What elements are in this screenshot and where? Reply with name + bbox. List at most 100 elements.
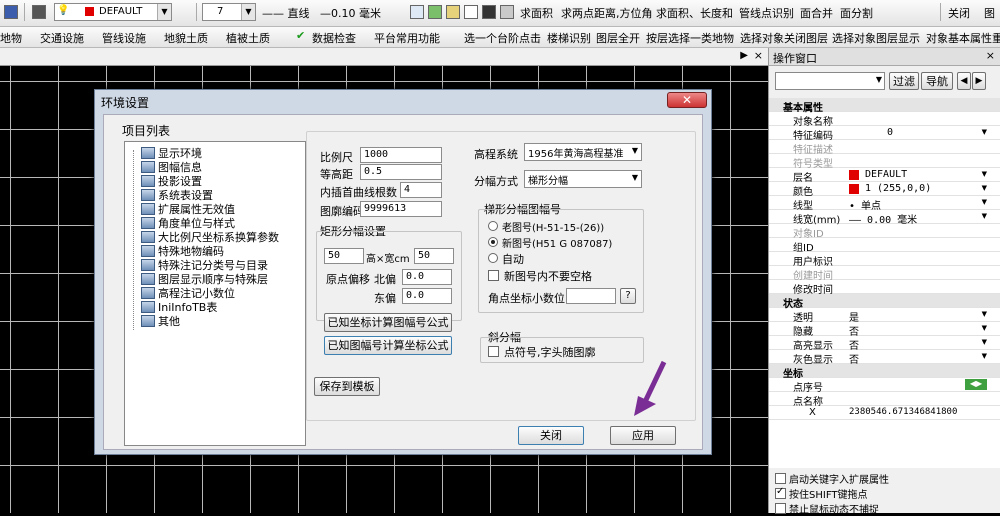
rect-height-input[interactable]: 50 [324,248,364,264]
prop-row[interactable]: 高亮显示否 ▼ [769,336,1000,352]
calc-icon[interactable] [500,5,514,19]
prop-row[interactable]: 对象名称 [769,112,1000,128]
prop-row[interactable]: 特征描述 [769,140,1000,156]
dialog-close-text-button[interactable]: 关闭 [518,426,584,445]
chevron-down-icon: ▼ [241,4,255,20]
oblique-checkbox[interactable] [488,346,499,357]
nav-button[interactable]: 导航 [921,72,953,90]
sheet-code-input[interactable]: 9999613 [360,201,442,217]
section-status[interactable]: 状态 [769,294,1000,310]
toolbar-top: 💡 DEFAULT ▼ 7 ▼ —— 直线 —0.10 毫米 求面积 求两点距离… [0,0,1000,27]
option-checkbox[interactable] [775,503,786,514]
scale-input[interactable]: 1000 [360,147,442,163]
show-object-layer-button[interactable]: 选择对象图层显示 [832,30,920,46]
radio-old[interactable] [488,221,498,231]
lineweight-select[interactable]: —0.10 毫米 [320,3,406,21]
prop-row[interactable]: 点名称 [769,392,1000,408]
section-coords[interactable]: 坐标 [769,364,1000,380]
option-checkbox[interactable]: ✓ [775,486,786,499]
contour-input[interactable]: 0.5 [360,164,442,180]
prop-row[interactable]: 修改时间 [769,280,1000,296]
prop-row[interactable]: 符号类型 [769,154,1000,170]
edit-icon[interactable] [446,5,460,19]
radio-auto[interactable] [488,253,498,263]
help-button[interactable]: ? [620,288,636,304]
chevron-down-icon: ▼ [981,198,987,206]
dialog-close-button[interactable]: ✕ [667,92,707,108]
merge-face-button[interactable]: 面合并 [800,5,833,21]
no-space-checkbox[interactable] [488,270,499,281]
tree-item[interactable]: 其他 [141,313,180,329]
prev-icon[interactable]: ◀ [957,72,971,90]
platform-functions-menu[interactable]: 平台常用功能 [374,30,440,46]
prop-row[interactable]: 颜色 1 (255,0,0) ▼ [769,182,1000,198]
close-object-layer-button[interactable]: 选择对象关闭图层 [740,30,828,46]
open-all-layers-button[interactable]: 图层全开 [596,30,640,46]
save-template-button[interactable]: 保存到模板 [314,377,380,396]
next-icon[interactable]: ▶ [972,72,986,90]
prop-row[interactable]: 隐藏否 ▼ [769,322,1000,338]
split-face-button[interactable]: 面分割 [840,5,873,21]
division-select[interactable]: 梯形分幅 ▼ [524,170,642,188]
prop-row[interactable]: 点序号 ◀▶ [769,378,1000,394]
apply-button[interactable]: 应用 [610,426,676,445]
prop-row[interactable]: 创建时间 [769,266,1000,282]
east-input[interactable]: 0.0 [402,288,452,304]
refresh-icon[interactable] [428,5,442,19]
menu-terrain[interactable]: 地貌土质 [164,30,208,46]
calc-sheet-number-button[interactable]: 已知坐标计算图幅号公式 [324,313,452,332]
linetype-select[interactable]: —— 直线 [262,3,314,21]
step-point-button[interactable]: 选一个台阶点击 [464,30,541,46]
prop-row[interactable]: 灰色显示否 ▼ [769,350,1000,366]
prop-row[interactable]: 线型 • 单点 ▼ [769,196,1000,212]
prop-row[interactable]: 对象ID [769,224,1000,240]
arrows-icon[interactable]: ◀▶ [965,379,987,390]
close-button[interactable]: 关闭 [948,5,970,21]
distance-button[interactable]: 求两点距离,方位角 [561,5,653,21]
layer-stack-icon[interactable] [32,5,46,19]
prop-row[interactable]: 特征编码 0 ▼ [769,126,1000,142]
layers-icon[interactable] [4,5,18,19]
close-icon[interactable]: × [754,49,763,62]
area-length-button[interactable]: 求面积、长度和 [656,5,733,21]
object-props-button[interactable]: 对象基本属性重 [926,30,1000,46]
list-title: 项目列表 [122,124,171,138]
prop-row[interactable]: 线宽(mm) —— 0.00 毫米 ▼ [769,210,1000,226]
inner-input[interactable]: 4 [400,182,442,198]
rect-width-input[interactable]: 50 [414,248,454,264]
corner-decimal-input[interactable] [566,288,616,304]
chevron-down-icon: ▼ [875,75,882,84]
monitor-icon[interactable] [482,5,496,19]
filter-button[interactable]: 过滤 [889,72,919,90]
calc-coordinates-button[interactable]: 已知图幅号计算坐标公式 [324,336,452,355]
prop-row[interactable]: 用户标识 [769,252,1000,268]
select-by-layer-button[interactable]: 按层选择一类地物 [646,30,734,46]
lineweight-num-select[interactable]: 7 ▼ [202,3,256,21]
prop-row[interactable]: 层名 DEFAULT ▼ [769,168,1000,184]
play-icon[interactable]: ▶ [740,50,748,61]
option-checkbox[interactable] [775,473,786,484]
close-icon[interactable]: × [986,49,995,62]
data-check-button[interactable]: 数据检查 [312,30,356,46]
area-button[interactable]: 求面积 [520,5,553,21]
menu-vegetation[interactable]: 植被土质 [226,30,270,46]
north-input[interactable]: 0.0 [402,269,452,285]
menu-transport[interactable]: 交通设施 [40,30,84,46]
radio-new[interactable] [488,237,498,247]
menu-features[interactable]: 地物 [0,30,22,46]
menu-pipeline[interactable]: 管线设施 [102,30,146,46]
prop-row[interactable]: X 2380546.671346841800 [769,406,1000,420]
panel-options: 启动关键字入扩展属性 ✓ 按住SHIFT键拖点 禁止鼠标动态不捕捉 [769,468,1000,516]
grid-icon[interactable] [410,5,424,19]
prop-row[interactable]: 透明是 ▼ [769,308,1000,324]
brush-icon[interactable] [464,5,478,19]
more-button[interactable]: 图 [984,5,995,21]
stair-detect-button[interactable]: 楼梯识别 [547,30,591,46]
pipe-point-button[interactable]: 管线点识别 [739,5,794,21]
layer-select[interactable]: 💡 DEFAULT ▼ [54,3,172,21]
canvas-header: ▶ × [0,48,768,66]
section-basic[interactable]: 基本属性 [769,98,1000,114]
height-system-select[interactable]: 1956年黄海高程基准 ▼ [524,143,642,161]
object-select[interactable]: ▼ [775,72,885,90]
prop-row[interactable]: 组ID [769,238,1000,254]
